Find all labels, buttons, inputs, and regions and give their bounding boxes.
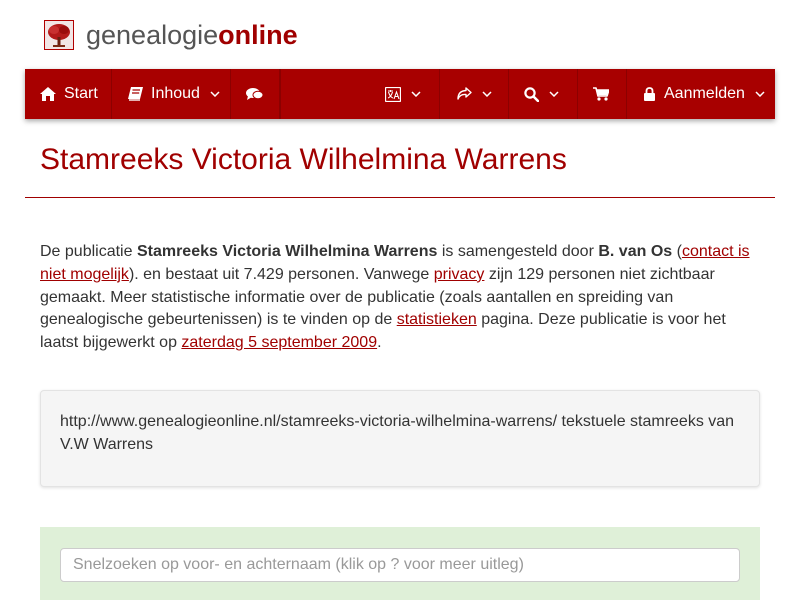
chevron-down-icon [549,91,559,97]
nav-start[interactable]: Start [25,69,112,119]
comments-icon [246,87,263,101]
chevron-down-icon [411,91,421,97]
main-navbar: Start Inhoud Aanmelden [25,69,775,119]
cart-icon [593,87,609,101]
publication-intro: De publicatie Stamreeks Victoria Wilhelm… [40,243,750,352]
nav-search-dropdown[interactable] [509,69,578,119]
nav-inhoud-label: Inhoud [151,85,200,102]
nav-spacer [280,69,370,119]
privacy-link[interactable]: privacy [434,266,485,283]
nav-share-dropdown[interactable] [440,69,509,119]
page-title: Stamreeks Victoria Wilhelmina Warrens [40,143,567,176]
statistics-link[interactable]: statistieken [397,311,477,328]
nav-language-dropdown[interactable] [370,69,440,119]
quick-search-input[interactable] [60,548,740,582]
last-updated-link[interactable]: zaterdag 5 september 2009 [181,334,377,351]
title-divider [25,197,775,198]
book-icon [128,87,143,101]
nav-start-label: Start [64,85,98,102]
quick-search-panel [40,527,760,600]
publication-name: Stamreeks Victoria Wilhelmina Warrens [136,243,438,260]
search-icon [524,86,539,102]
chevron-down-icon [755,91,765,97]
nav-login-dropdown[interactable]: Aanmelden [627,69,775,119]
brand[interactable]: genealogieonline [44,18,298,52]
nav-inhoud-dropdown[interactable]: Inhoud [112,69,231,119]
brand-name: genealogieonline [86,20,298,50]
nav-forum[interactable] [231,69,280,119]
home-icon [40,87,56,101]
nav-cart[interactable] [578,69,627,119]
publication-description: http://www.genealogieonline.nl/stamreeks… [40,390,760,487]
share-icon [456,87,472,101]
language-icon [385,86,401,102]
family-tree-logo-icon [44,20,74,50]
chevron-down-icon [210,91,220,97]
chevron-down-icon [482,91,492,97]
nav-login-label: Aanmelden [664,85,745,102]
lock-icon [644,87,655,101]
author-name: B. van Os [598,243,673,260]
